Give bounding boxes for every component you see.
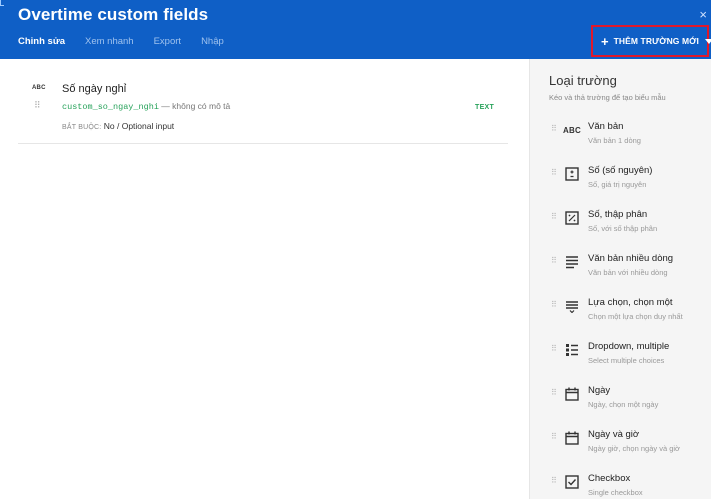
paragraph-icon [564,254,580,270]
add-new-field-label: THÊM TRƯỜNG MỚI [613,36,699,46]
multi-list-icon [564,342,580,358]
page-title: Overtime custom fields [18,5,209,24]
field-type-name: Ngày và giờ [588,429,640,440]
tab-chinh-sua[interactable]: Chỉnh sửa [18,36,65,47]
field-type-multi-select[interactable]: ⠿ Dropdown, multiple Select multiple cho… [530,341,711,382]
number-icon [564,166,580,182]
field-type-desc: Số, giá trị nguyên [588,180,647,189]
required-value: No / Optional input [101,121,175,131]
drag-handle-icon: ⠿ [551,256,557,265]
field-type-checkbox[interactable]: ⠿ Checkbox Single checkbox [530,473,711,499]
field-meta: custom_so_ngay_nghi — không có mô tả [62,101,230,112]
field-type-desc: Ngày, chọn một ngày [588,400,659,409]
field-type-multiline[interactable]: ⠿ Văn bản nhiều dòng Văn bản với nhiều d… [530,253,711,294]
field-type-name: Ngày [588,385,611,396]
checkbox-icon [564,474,580,490]
tab-nhap[interactable]: Nhập [201,36,224,47]
drag-handle-icon: ⠿ [551,388,557,397]
field-type-desc: Văn bản với nhiều dòng [588,268,668,277]
drag-handle-icon: ⠿ [551,212,557,221]
field-type-date[interactable]: ⠿ Ngày Ngày, chọn một ngày [530,385,711,426]
header-bar: Overtime custom fields × Chỉnh sửa Xem n… [0,0,711,59]
text-type-icon: ABC [32,85,46,91]
tab-xem-nhanh[interactable]: Xem nhanh [85,36,134,47]
drag-handle-icon: ⠿ [551,344,557,353]
field-type-desc: Ngày giờ, chọn ngày và giờ [588,444,680,453]
tab-bar: Chỉnh sửa Xem nhanh Export Nhập [18,36,244,47]
field-type-desc: Single checkbox [588,488,643,497]
field-type-name: Checkbox [588,473,631,484]
close-icon[interactable]: × [699,7,707,22]
field-type-desc: Chọn một lựa chọn duy nhất [588,312,683,321]
chevron-down-icon[interactable] [704,38,711,44]
field-type-datetime[interactable]: ⠿ Ngày và giờ Ngày giờ, chọn ngày và giờ [530,429,711,470]
drag-handle-icon: ⠿ [551,168,557,177]
field-type-integer[interactable]: ⠿ Số (số nguyên) Số, giá trị nguyên [530,165,711,206]
drag-handle-icon[interactable]: ⠿ [34,101,41,110]
field-type-desc: Select multiple choices [588,356,665,365]
calendar-clock-icon [564,430,580,446]
field-type-name: Lựa chọn, chọn một [588,297,673,308]
field-types-panel: Loại trường Kéo và thả trường để tạo biể… [529,59,711,499]
field-type-name: Số, thập phân [588,209,648,220]
drag-handle-icon: ⠿ [551,432,557,441]
field-type-tag: TEXT [475,104,495,111]
field-type-single-select[interactable]: ⠿ Lựa chọn, chọn một Chọn một lựa chọn d… [530,297,711,338]
field-type-name: Văn bản [588,121,624,132]
field-description: — không có mô tả [158,101,231,111]
field-type-desc: Văn bản 1 dòng [588,136,641,145]
drag-handle-icon: ⠿ [551,476,557,485]
add-new-field-button[interactable]: + THÊM TRƯỜNG MỚI [591,25,711,57]
tab-export[interactable]: Export [154,36,181,47]
panel-subtitle: Kéo và thả trường để tạo biểu mẫu [549,93,666,102]
field-type-name: Văn bản nhiều dòng [588,253,674,264]
required-label: BẮT BUỘC: [62,124,102,131]
field-type-name: Dropdown, multiple [588,341,670,352]
abc-icon: ABC [563,125,581,135]
field-name: Số ngày nghỉ [62,83,127,95]
field-type-text[interactable]: ⠿ ABC Văn bản Văn bản 1 dòng [530,121,711,162]
field-key: custom_so_ngay_nghi [62,102,159,112]
field-required: BẮT BUỘC: No / Optional input [62,121,174,131]
window-corner-mark [0,0,4,6]
drag-handle-icon: ⠿ [551,300,557,309]
drag-handle-icon: ⠿ [551,124,557,133]
percent-icon [564,210,580,226]
field-row[interactable]: ABC ⠿ Số ngày nghỉ custom_so_ngay_nghi —… [18,78,508,144]
plus-icon: + [601,33,609,49]
field-type-decimal[interactable]: ⠿ Số, thập phân Số, với số thập phân [530,209,711,250]
calendar-icon [564,386,580,402]
field-type-desc: Số, với số thập phân [588,224,658,233]
select-list-icon [564,298,580,314]
field-type-name: Số (số nguyên) [588,165,653,176]
panel-title: Loại trường [549,73,617,88]
